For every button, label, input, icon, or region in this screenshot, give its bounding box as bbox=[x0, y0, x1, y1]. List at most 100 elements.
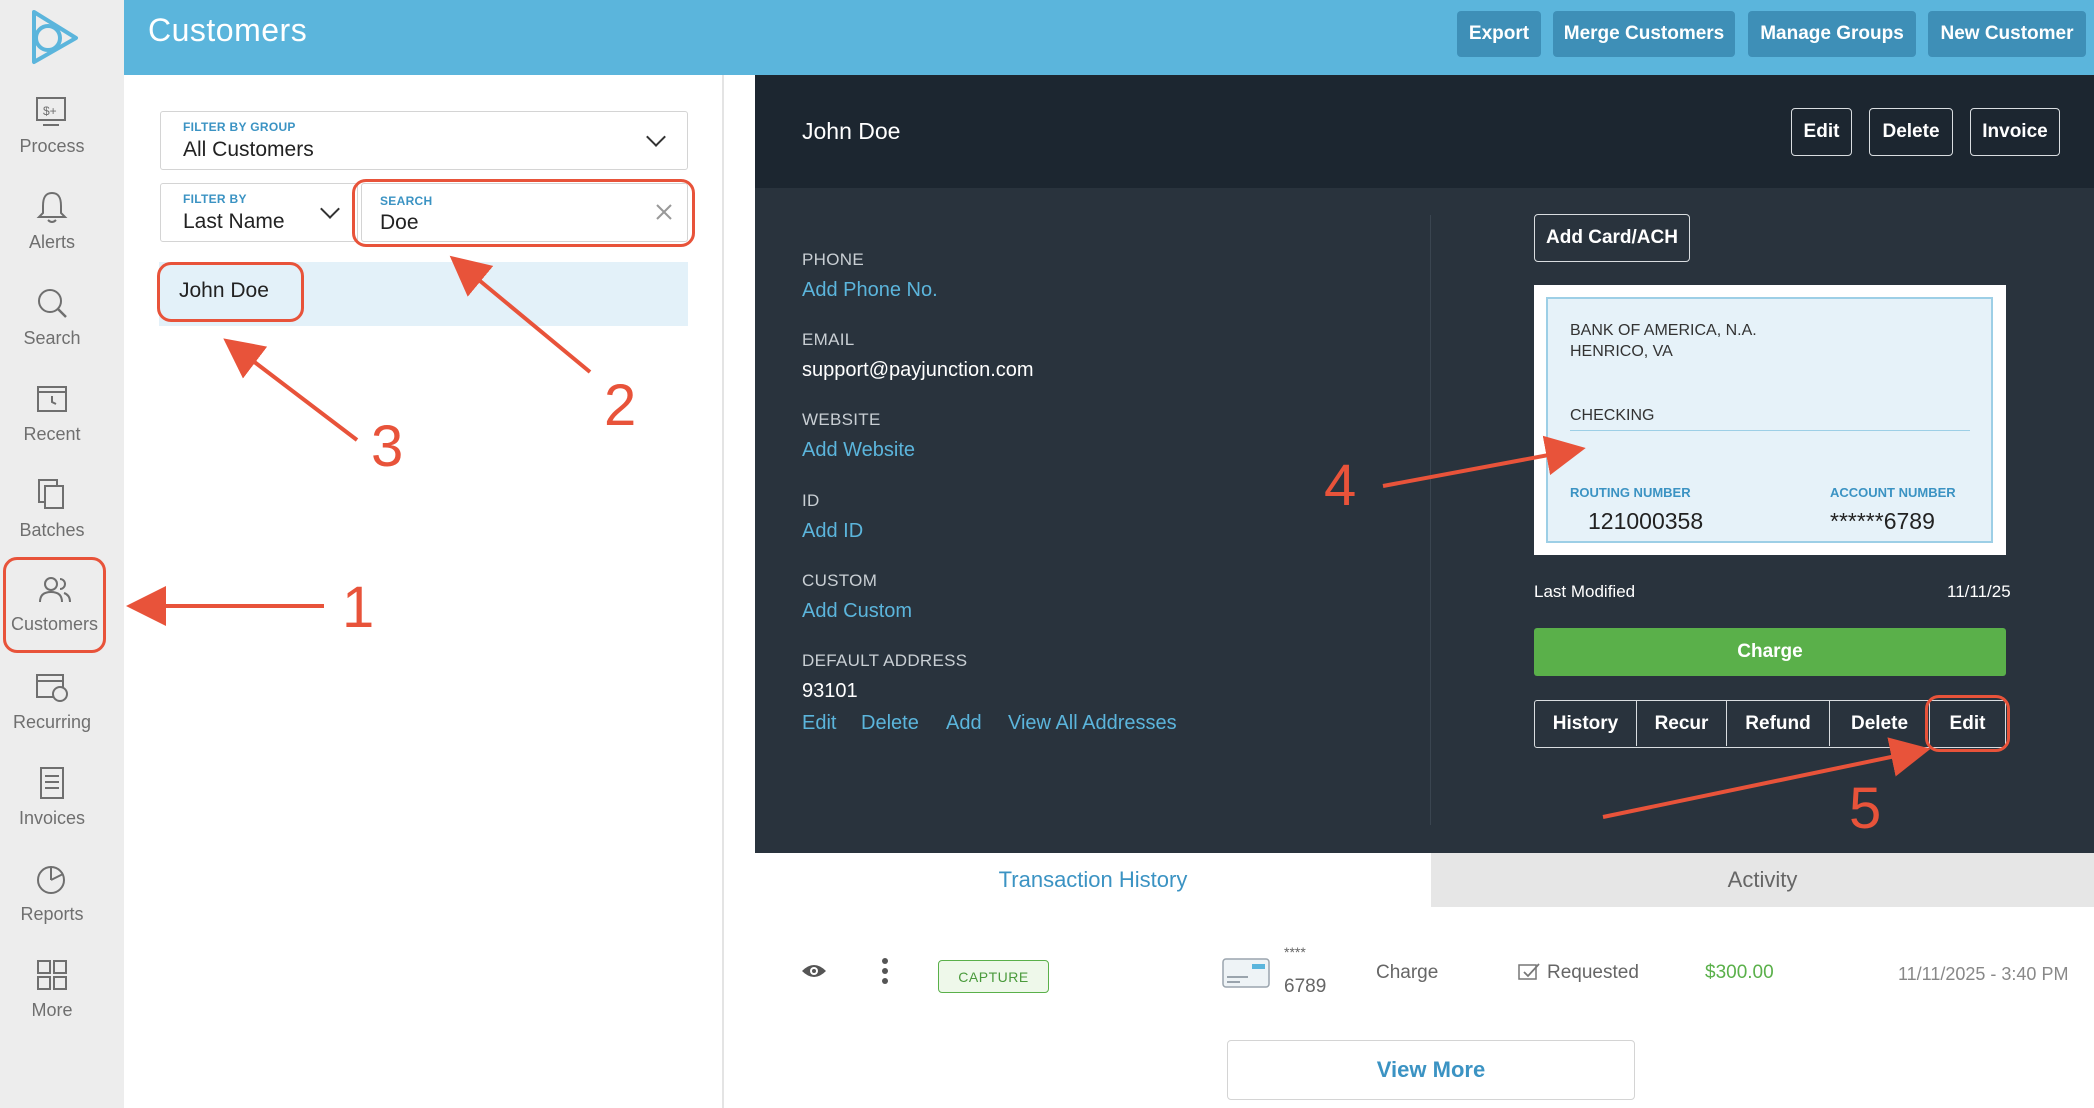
add-address-link[interactable]: Add bbox=[946, 712, 982, 735]
add-custom-link[interactable]: Add Custom bbox=[802, 600, 912, 623]
last-modified-label: Last Modified bbox=[1534, 582, 1636, 601]
phone-label: PHONE bbox=[802, 250, 864, 269]
reports-icon bbox=[37, 866, 65, 894]
merge-customers-button[interactable]: Merge Customers bbox=[1553, 11, 1735, 57]
transaction-status: Requested bbox=[1547, 962, 1639, 983]
nav-item-search[interactable]: Search bbox=[0, 284, 104, 376]
nav-label-batches: Batches bbox=[19, 520, 85, 540]
export-button[interactable]: Export bbox=[1457, 11, 1541, 57]
check-card-inner: BANK OF AMERICA, N.A. HENRICO, VA CHECKI… bbox=[1546, 297, 1993, 543]
refund-button[interactable]: Refund bbox=[1727, 701, 1830, 746]
email-label: EMAIL bbox=[802, 330, 855, 349]
account-number: ******6789 bbox=[1830, 508, 1935, 534]
annotation-highlight-search bbox=[352, 179, 695, 247]
nav-item-process[interactable]: $+ Process bbox=[0, 92, 104, 184]
edit-address-link[interactable]: Edit bbox=[802, 712, 836, 735]
check-account-type: CHECKING bbox=[1570, 407, 1655, 424]
nav-label-more: More bbox=[31, 1000, 73, 1020]
nav-item-alerts[interactable]: Alerts bbox=[0, 188, 104, 280]
delete-customer-button[interactable]: Delete bbox=[1869, 108, 1953, 156]
tab-activity[interactable]: Activity bbox=[1431, 853, 2094, 907]
annotation-number-1: 1 bbox=[342, 575, 375, 640]
transaction-mask: **** bbox=[1284, 944, 1306, 960]
grid-icon bbox=[37, 960, 67, 990]
charge-button[interactable]: Charge bbox=[1534, 628, 2006, 676]
delete-address-link[interactable]: Delete bbox=[861, 712, 919, 735]
invoice-button[interactable]: Invoice bbox=[1970, 108, 2060, 156]
annotation-highlight-result bbox=[157, 262, 304, 322]
edit-customer-button[interactable]: Edit bbox=[1791, 108, 1852, 156]
recurring-icon bbox=[36, 674, 68, 702]
nav-item-more[interactable]: More bbox=[0, 956, 104, 1048]
batches-icon bbox=[38, 479, 64, 509]
process-icon: $+ bbox=[36, 97, 66, 126]
filter-group-label: FILTER BY GROUP bbox=[183, 120, 296, 134]
routing-label: ROUTING NUMBER bbox=[1570, 485, 1691, 500]
nav-label-reports: Reports bbox=[20, 904, 84, 924]
manage-groups-button[interactable]: Manage Groups bbox=[1748, 11, 1916, 57]
search-icon bbox=[38, 289, 67, 318]
recur-button[interactable]: Recur bbox=[1637, 701, 1727, 746]
nav-item-customers[interactable]: Customers bbox=[3, 557, 106, 653]
tab-transaction-history[interactable]: Transaction History bbox=[755, 853, 1431, 907]
add-card-ach-button[interactable]: Add Card/ACH bbox=[1534, 214, 1690, 262]
page-header: Customers Export Merge Customers Manage … bbox=[124, 0, 2094, 75]
nav-rail: $+ Process Alerts Search Recent Batches … bbox=[0, 0, 124, 1108]
nav-item-recurring[interactable]: Recurring bbox=[0, 668, 104, 760]
check-line bbox=[1570, 430, 1970, 431]
nav-item-reports[interactable]: Reports bbox=[0, 860, 104, 952]
check-card[interactable]: BANK OF AMERICA, N.A. HENRICO, VA CHECKI… bbox=[1534, 285, 2006, 555]
nav-item-recent[interactable]: Recent bbox=[0, 380, 104, 472]
nav-label-search: Search bbox=[23, 328, 81, 348]
annotation-number-3: 3 bbox=[371, 414, 404, 479]
nav-item-batches[interactable]: Batches bbox=[0, 476, 104, 568]
nav-item-invoices[interactable]: Invoices bbox=[0, 764, 104, 856]
nav-label-recent: Recent bbox=[23, 424, 81, 444]
address-label: DEFAULT ADDRESS bbox=[802, 651, 968, 670]
customers-icon bbox=[38, 577, 71, 603]
annotation-number-2: 2 bbox=[604, 373, 637, 438]
delete-card-button[interactable]: Delete bbox=[1830, 701, 1930, 746]
invoices-icon bbox=[40, 767, 64, 799]
transaction-date: 11/11/2025 - 3:40 PM bbox=[1898, 964, 2069, 984]
eye-icon[interactable] bbox=[801, 962, 827, 980]
nav-label-recurring: Recurring bbox=[12, 712, 92, 732]
new-customer-button[interactable]: New Customer bbox=[1928, 11, 2086, 57]
status-badge: CAPTURE bbox=[938, 960, 1049, 993]
add-website-link[interactable]: Add Website bbox=[802, 439, 915, 462]
filter-by-select[interactable]: FILTER BY Last Name bbox=[160, 183, 358, 242]
bell-icon bbox=[36, 191, 68, 223]
filter-group-value: All Customers bbox=[183, 138, 314, 161]
page-title: Customers bbox=[148, 12, 308, 48]
history-button[interactable]: History bbox=[1535, 701, 1637, 746]
payjunction-logo-icon[interactable] bbox=[26, 8, 84, 66]
transaction-amount: $300.00 bbox=[1705, 962, 1774, 983]
add-phone-link[interactable]: Add Phone No. bbox=[802, 279, 938, 302]
chevron-down-icon bbox=[320, 199, 340, 219]
requested-icon bbox=[1518, 963, 1540, 980]
nav-label-invoices: Invoices bbox=[18, 808, 86, 828]
annotation-number-4: 4 bbox=[1324, 453, 1357, 518]
more-vertical-icon[interactable] bbox=[881, 958, 889, 984]
transaction-type: Charge bbox=[1376, 962, 1439, 983]
check-bank-name: BANK OF AMERICA, N.A. bbox=[1570, 322, 1757, 339]
view-all-addresses-link[interactable]: View All Addresses bbox=[1008, 712, 1177, 735]
check-bank-city: HENRICO, VA bbox=[1570, 343, 1673, 360]
nav-label-process: Process bbox=[19, 136, 85, 156]
view-more-button[interactable]: View More bbox=[1227, 1040, 1635, 1100]
nav-label-alerts: Alerts bbox=[28, 232, 75, 252]
filter-group-select[interactable]: FILTER BY GROUP All Customers bbox=[160, 111, 688, 170]
filter-by-value: Last Name bbox=[183, 210, 285, 233]
recent-icon bbox=[37, 386, 67, 412]
customer-detail-header: John Doe Edit Delete Invoice bbox=[755, 75, 2094, 188]
add-id-link[interactable]: Add ID bbox=[802, 520, 863, 543]
annotation-number-5: 5 bbox=[1849, 776, 1882, 841]
custom-label: CUSTOM bbox=[802, 571, 878, 590]
id-label: ID bbox=[802, 491, 820, 510]
last-modified-value: 11/11/25 bbox=[1947, 582, 2011, 601]
divider bbox=[1430, 215, 1431, 825]
svg-text:$+: $+ bbox=[43, 104, 57, 118]
transaction-last4: 6789 bbox=[1284, 976, 1327, 997]
account-label: ACCOUNT NUMBER bbox=[1830, 485, 1956, 500]
check-payment-icon bbox=[1222, 958, 1270, 988]
